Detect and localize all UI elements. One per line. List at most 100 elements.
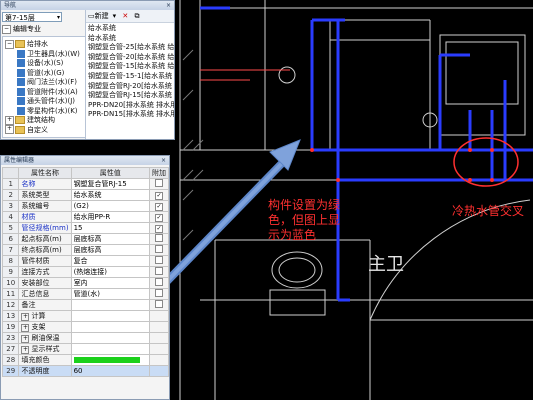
expand-icon[interactable]: + xyxy=(5,115,14,125)
tree-item[interactable]: 设备(水)(S) xyxy=(17,58,63,68)
list-item[interactable]: 钢塑复合管-15[给水系统 给 xyxy=(88,62,174,71)
expand-icon[interactable]: + xyxy=(21,346,30,354)
property-value[interactable]: 给水用PP-R xyxy=(70,211,150,223)
property-row[interactable]: 3 系统编号 (G2) ✓ xyxy=(1,200,169,212)
component-tree[interactable]: − 给排水 卫生器具(水)(W) 设备(水)(S) 管道(水)(G) 阀门法兰(水)(F)… xyxy=(2,36,88,138)
property-row[interactable]: 6 起点标高(m) 层底标高 xyxy=(1,233,169,245)
property-extra-checkbox[interactable] xyxy=(148,299,169,311)
list-item[interactable]: PPR-DN20[排水系统 排水用 xyxy=(88,101,174,110)
new-button[interactable]: ▭新建 ▾ xyxy=(88,12,116,20)
property-extra-checkbox[interactable] xyxy=(148,310,169,322)
list-item[interactable]: 给水系统 xyxy=(88,34,116,43)
expand-icon[interactable]: + xyxy=(21,335,30,343)
property-value[interactable] xyxy=(70,332,150,344)
property-row[interactable]: 1 名称 钢塑复合管RJ-15 xyxy=(1,178,169,190)
fill-color-swatch[interactable] xyxy=(73,357,140,363)
property-row[interactable]: 28 填充颜色 xyxy=(1,354,169,366)
property-row[interactable]: 23 + 刷油保温 xyxy=(1,332,169,344)
tree-item[interactable]: 阀门法兰(水)(F) xyxy=(17,77,77,87)
property-value[interactable]: 管道(水) xyxy=(70,288,150,300)
tree-item[interactable]: 零星构件(水)(K) xyxy=(17,106,78,116)
property-extra-checkbox[interactable] xyxy=(148,255,169,267)
property-value[interactable]: (热熔连接) xyxy=(70,266,150,278)
chevron-down-icon[interactable]: ▾ xyxy=(57,13,60,23)
property-extra-checkbox[interactable] xyxy=(148,332,169,344)
property-row[interactable]: 27 + 显示样式 xyxy=(1,343,169,355)
property-value[interactable] xyxy=(70,299,150,311)
copy-icon[interactable]: ⧉ xyxy=(134,12,139,20)
list-item[interactable]: 钢塑复合管RJ-15[给水系统 xyxy=(88,91,172,100)
property-extra-checkbox[interactable] xyxy=(148,178,169,190)
checkbox-icon[interactable]: ✓ xyxy=(154,191,163,200)
property-row[interactable]: 2 系统类型 给水系统 ✓ xyxy=(1,189,169,201)
checkbox-icon[interactable] xyxy=(154,234,163,242)
tree-item[interactable]: + 自定义 xyxy=(5,125,48,135)
property-extra-checkbox[interactable]: ✓ xyxy=(148,222,169,234)
checkbox-icon[interactable] xyxy=(154,179,163,187)
list-item[interactable]: 钢塑复合管RJ-20[给水系统 xyxy=(88,82,172,91)
property-extra-checkbox[interactable] xyxy=(148,365,169,377)
tree-item[interactable]: 卫生器具(水)(W) xyxy=(17,49,80,59)
expand-icon[interactable]: + xyxy=(5,125,14,134)
checkbox-icon[interactable] xyxy=(154,278,163,286)
property-extra-checkbox[interactable] xyxy=(148,354,169,366)
close-icon[interactable]: × xyxy=(161,156,166,165)
property-extra-checkbox[interactable]: ✓ xyxy=(148,200,169,212)
property-row[interactable]: 19 + 支架 xyxy=(1,321,169,333)
property-row[interactable]: 4 材质 给水用PP-R ✓ xyxy=(1,211,169,223)
property-extra-checkbox[interactable] xyxy=(148,277,169,289)
checkbox-icon[interactable] xyxy=(154,300,163,308)
list-item[interactable]: 给水系统 xyxy=(88,24,116,33)
property-value[interactable]: 复合 xyxy=(70,255,150,267)
property-value[interactable]: 室内 xyxy=(70,277,150,289)
list-item[interactable]: 钢塑复合管-25[给水系统 给 xyxy=(88,43,174,52)
discipline-toggle-icon[interactable]: − xyxy=(2,24,11,34)
list-item[interactable]: 钢塑复合管-20[给水系统 给 xyxy=(88,53,174,62)
property-extra-checkbox[interactable]: ✓ xyxy=(148,189,169,201)
property-value[interactable]: 给水系统 xyxy=(70,189,150,201)
property-value[interactable] xyxy=(70,343,150,355)
property-extra-checkbox[interactable] xyxy=(148,244,169,256)
checkbox-icon[interactable] xyxy=(154,256,163,264)
property-value[interactable]: 层底标高 xyxy=(70,233,150,245)
tree-item[interactable]: + 建筑结构 xyxy=(5,115,55,125)
expand-icon[interactable]: + xyxy=(21,324,30,332)
property-value[interactable]: 层底标高 xyxy=(70,244,150,256)
property-row[interactable]: 9 连接方式 (热熔连接) xyxy=(1,266,169,278)
checkbox-icon[interactable]: ✓ xyxy=(154,224,163,233)
property-value[interactable]: 钢塑复合管RJ-15 xyxy=(70,178,150,190)
expand-icon[interactable]: + xyxy=(21,313,30,321)
property-row[interactable]: 8 管件材质 复合 xyxy=(1,255,169,267)
tree-item[interactable]: 管道附件(水)(A) xyxy=(17,87,78,97)
checkbox-icon[interactable]: ✓ xyxy=(154,213,163,222)
property-value[interactable] xyxy=(70,321,150,333)
tree-item[interactable]: − 给排水 xyxy=(5,39,48,49)
collapse-icon[interactable]: − xyxy=(5,39,14,49)
edit-discipline-tab[interactable]: − 编辑专业 xyxy=(2,24,62,34)
property-row[interactable]: 13 + 计算 xyxy=(1,310,169,322)
property-value[interactable] xyxy=(70,310,150,322)
property-value[interactable]: 15 xyxy=(70,222,150,234)
property-extra-checkbox[interactable] xyxy=(148,343,169,355)
list-item[interactable]: PPR-DN15[排水系统 排水用 xyxy=(88,110,174,119)
property-value[interactable]: (G2) xyxy=(70,200,150,212)
property-value[interactable]: 60 xyxy=(70,365,150,377)
property-row[interactable]: 29 不透明度 60 xyxy=(1,365,169,377)
property-extra-checkbox[interactable] xyxy=(148,321,169,333)
property-extra-checkbox[interactable] xyxy=(148,233,169,245)
property-row[interactable]: 7 终点标高(m) 层底标高 xyxy=(1,244,169,256)
component-list[interactable]: ▭新建 ▾ ✕ ⧉ 给水系统 给水系统 钢塑复合管-25[给水系统 给钢塑复合管-20… xyxy=(85,10,174,139)
property-extra-checkbox[interactable]: ✓ xyxy=(148,211,169,223)
list-item[interactable]: 钢塑复合管-15-1[给水系统 xyxy=(88,72,172,81)
property-extra-checkbox[interactable] xyxy=(148,288,169,300)
floor-selector[interactable]: 第7-15层 ▾ xyxy=(2,12,62,22)
property-row[interactable]: 5 管径规格(mm) 15 ✓ xyxy=(1,222,169,234)
delete-icon[interactable]: ✕ xyxy=(122,12,128,20)
checkbox-icon[interactable] xyxy=(154,245,163,253)
checkbox-icon[interactable] xyxy=(154,289,163,297)
property-extra-checkbox[interactable] xyxy=(148,266,169,278)
close-icon[interactable]: × xyxy=(166,1,171,10)
property-value[interactable] xyxy=(70,354,150,366)
checkbox-icon[interactable] xyxy=(154,267,163,275)
tree-item[interactable]: 通头管件(水)(J) xyxy=(17,96,75,106)
